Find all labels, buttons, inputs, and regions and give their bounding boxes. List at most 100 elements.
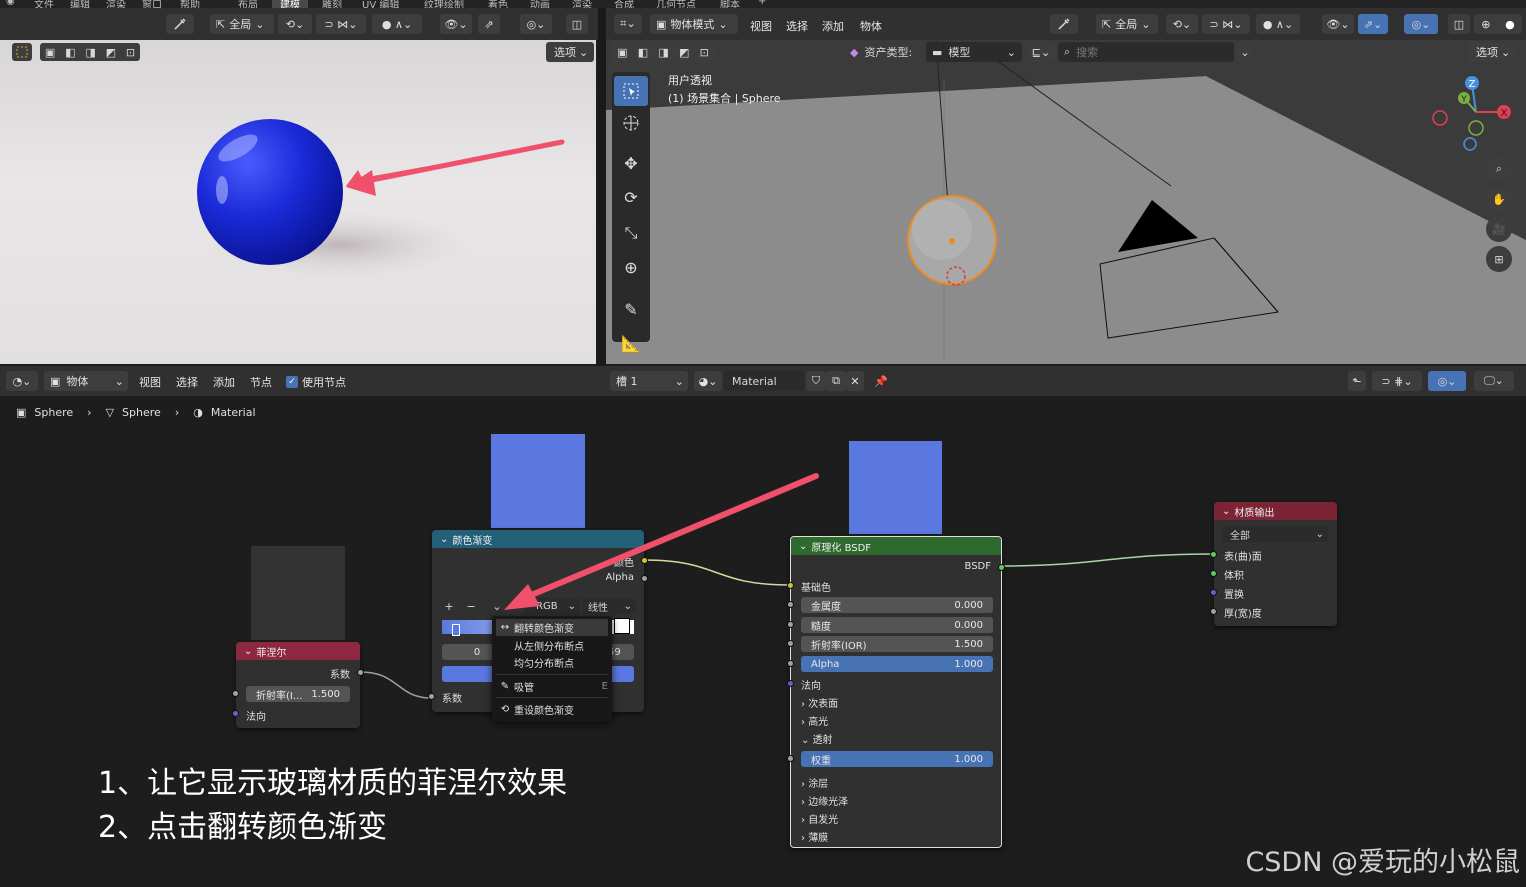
node-menu-select[interactable]: 选择: [176, 374, 198, 390]
area-divider[interactable]: [598, 8, 606, 366]
select-tool-icon[interactable]: [12, 43, 32, 61]
viewport-selection-mode-group[interactable]: ▣ ◧ ◨ ◩ ⊡: [612, 42, 714, 62]
wireframe-shading-icon[interactable]: ⊕: [1481, 18, 1490, 31]
chevron-down-icon: ⌄: [674, 374, 684, 388]
viewport-options-dropdown[interactable]: 选项 ⌄: [1468, 42, 1518, 62]
select-extend-icon[interactable]: ◧: [65, 46, 75, 59]
use-nodes-toggle[interactable]: ✓ 使用节点: [286, 374, 346, 390]
gizmo-icon[interactable]: ⇗⌄: [1358, 14, 1388, 34]
workspace-tab-sculpt[interactable]: 雕刻: [322, 0, 342, 8]
select-subtract-icon[interactable]: ◨: [85, 46, 95, 59]
node-overlay-icon[interactable]: ◎⌄: [1428, 371, 1466, 391]
asset-type-dropdown[interactable]: ▬ 模型 ⌄: [926, 42, 1022, 62]
solid-shading-icon[interactable]: ●: [1505, 18, 1515, 31]
workspace-tab-modeling[interactable]: 建模: [272, 0, 308, 8]
workspace-tab-shading[interactable]: 着色: [488, 0, 508, 8]
workspace-tab-animation[interactable]: 动画: [530, 0, 550, 8]
select-subtract-icon[interactable]: ◨: [658, 46, 668, 59]
menu-window[interactable]: 窗口: [142, 0, 162, 8]
pin-icon[interactable]: 📌: [872, 371, 890, 391]
cursor-tool-icon[interactable]: [614, 108, 648, 138]
workspace-tab-scripting[interactable]: 脚本: [720, 0, 740, 8]
proportional-edit-icon[interactable]: ● ∧⌄: [1256, 14, 1300, 34]
workspace-tab-layout[interactable]: 布局: [238, 0, 258, 8]
visibility-icon[interactable]: 👁⌄: [440, 14, 472, 34]
workspace-tab-texture-paint[interactable]: 纹理绘制: [424, 0, 464, 8]
node-menu-add[interactable]: 添加: [213, 374, 235, 390]
viewport-menu-object[interactable]: 物体: [860, 18, 882, 34]
viewport-menu-view[interactable]: 视图: [750, 18, 772, 34]
measure-tool-icon[interactable]: 📐: [614, 328, 648, 358]
select-extend-icon[interactable]: ◧: [638, 46, 648, 59]
blender-logo-icon[interactable]: ◉: [6, 0, 15, 7]
transform-tool-icon[interactable]: ⊕: [614, 252, 648, 282]
fake-user-shield-icon[interactable]: ⛉: [806, 371, 826, 391]
workspace-tab-uv[interactable]: UV 编辑: [362, 0, 399, 8]
transform-orientation-dropdown[interactable]: ⇱ 全局 ⌄: [210, 14, 274, 34]
filter-icon[interactable]: ⊑⌄: [1026, 42, 1056, 62]
workspace-tab-rendering[interactable]: 渲染: [572, 0, 592, 8]
workspace-tab-compositing[interactable]: 合成: [614, 0, 634, 8]
menu-edit[interactable]: 编辑: [70, 0, 90, 8]
eyedropper-icon[interactable]: [166, 14, 194, 34]
add-workspace-icon[interactable]: +: [758, 0, 766, 7]
rotate-tool-icon[interactable]: ⟳: [614, 182, 648, 212]
eyedropper-icon[interactable]: [1050, 14, 1078, 34]
visibility-icon[interactable]: 👁⌄: [1322, 14, 1354, 34]
pan-hand-icon[interactable]: ✋: [1486, 186, 1512, 212]
select-intersect-icon[interactable]: ⊡: [700, 46, 709, 59]
duplicate-material-icon[interactable]: ⧉: [826, 371, 846, 391]
select-invert-icon[interactable]: ◩: [106, 46, 116, 59]
asset-search-input[interactable]: ⌕ 搜索: [1058, 42, 1234, 62]
viewport-orientation-dropdown[interactable]: ⇱ 全局 ⌄: [1096, 14, 1158, 34]
editor-type-icon[interactable]: ⌗⌄: [614, 14, 642, 34]
pivot-point-icon[interactable]: ⟲⌄: [1166, 14, 1198, 34]
select-intersect-icon[interactable]: ⊡: [126, 46, 135, 59]
viewport-menu-add[interactable]: 添加: [822, 18, 844, 34]
pivot-point-icon[interactable]: ⟲⌄: [278, 14, 312, 34]
menu-help[interactable]: 帮助: [180, 0, 200, 8]
mode-dropdown[interactable]: ▣ 物体模式 ⌄: [650, 14, 738, 34]
viewport-3d[interactable]: ✥ ⟳ ⤡ ⊕ ✎ 📐 用户透视 (1) 场景集合 | Sphere ▣ ◧ ◨…: [606, 40, 1526, 364]
overlay-icon[interactable]: ◎⌄: [1404, 14, 1438, 34]
proportional-edit-icon[interactable]: ● ∧⌄: [372, 14, 422, 34]
move-tool-icon[interactable]: ✥: [614, 148, 648, 178]
selection-mode-group[interactable]: ▣ ◧ ◨ ◩ ⊡: [40, 43, 140, 61]
select-new-icon[interactable]: ▣: [45, 46, 55, 59]
snap-icon[interactable]: ⊃ ⋈⌄: [1202, 14, 1250, 34]
asset-more-icon[interactable]: ⌄: [1236, 42, 1254, 62]
select-box-tool-icon[interactable]: [614, 76, 648, 106]
perspective-grid-icon[interactable]: ⊞: [1486, 246, 1512, 272]
checkbox-checked-icon[interactable]: ✓: [286, 376, 298, 388]
backdrop-icon[interactable]: 🖵⌄: [1474, 371, 1514, 391]
gizmo-icon[interactable]: ⇗: [478, 14, 500, 34]
overlay-icon[interactable]: ◎⌄: [520, 14, 552, 34]
xray-icon[interactable]: ◫: [1448, 14, 1470, 34]
navigation-gizmo[interactable]: Z Y X: [1432, 72, 1522, 152]
snap-icon[interactable]: ⊃ ⋈⌄: [316, 14, 366, 34]
shading-mode-group[interactable]: ⊕ ●: [1474, 14, 1522, 34]
menu-render[interactable]: 渲染: [106, 0, 126, 8]
node-menu-view[interactable]: 视图: [139, 374, 161, 390]
node-editor-canvas[interactable]: ▣ Sphere › ▽ Sphere › ◑ Material ⌄ 菲涅尔 系…: [0, 396, 1526, 887]
node-snap-icon[interactable]: ⊃ ⋕⌄: [1372, 371, 1422, 391]
node-menu-node[interactable]: 节点: [250, 374, 272, 390]
xray-icon[interactable]: ◫: [566, 14, 588, 34]
render-options-dropdown[interactable]: 选项 ⌄: [546, 42, 594, 62]
material-name-field[interactable]: Material: [724, 371, 804, 391]
annotate-tool-icon[interactable]: ✎: [614, 294, 648, 324]
camera-view-icon[interactable]: 🎥: [1486, 216, 1512, 242]
select-invert-icon[interactable]: ◩: [679, 46, 689, 59]
viewport-menu-select[interactable]: 选择: [786, 18, 808, 34]
shader-type-dropdown[interactable]: ▣ 物体 ⌄: [44, 371, 128, 391]
node-editor-type-icon[interactable]: ◔⌄: [6, 371, 38, 391]
menu-file[interactable]: 文件: [34, 0, 54, 8]
unlink-close-icon[interactable]: ✕: [846, 371, 864, 391]
material-slot-dropdown[interactable]: 槽 1 ⌄: [610, 371, 688, 391]
zoom-icon[interactable]: ⌕: [1486, 156, 1512, 182]
material-browse-icon[interactable]: ◕⌄: [694, 371, 722, 391]
parent-node-tree-icon[interactable]: ⬑: [1348, 371, 1366, 391]
select-new-icon[interactable]: ▣: [617, 46, 627, 59]
scale-tool-icon[interactable]: ⤡: [614, 218, 648, 248]
workspace-tab-geometry-nodes[interactable]: 几何节点: [656, 0, 696, 8]
